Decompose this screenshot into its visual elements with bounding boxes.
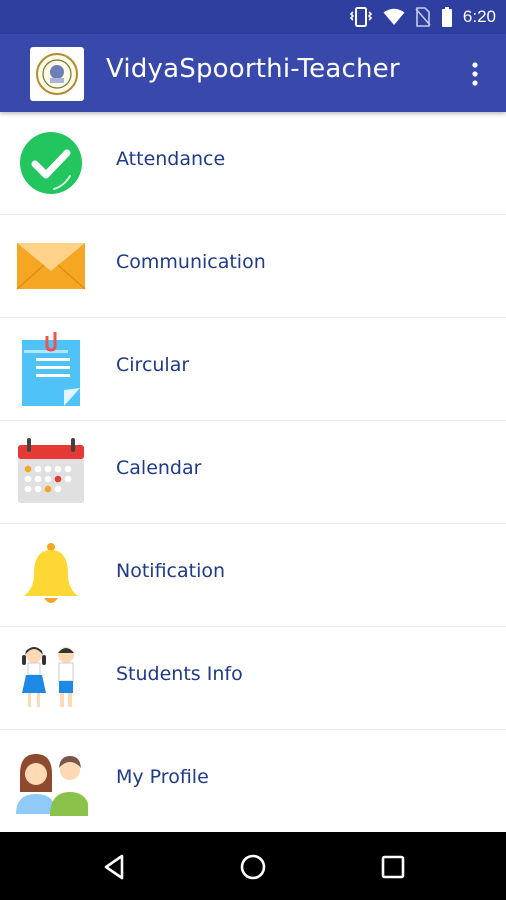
battery-icon [441, 7, 452, 27]
school-logo [30, 47, 84, 101]
menu-item-my-profile[interactable]: My Profile [0, 730, 506, 833]
menu-item-label: Communication [116, 251, 266, 273]
menu-item-label: Attendance [116, 148, 226, 170]
menu-item-label: My Profile [116, 766, 209, 788]
bell-icon [24, 543, 78, 603]
envelope-icon [16, 243, 86, 290]
profile-icon [16, 754, 88, 816]
vibrate-icon [349, 7, 373, 27]
menu-item-label: Calendar [116, 457, 202, 479]
system-navigation-bar [0, 832, 506, 900]
app-bar: VidyaSpoorthi-Teacher [0, 34, 506, 112]
menu-item-label: Students Info [116, 663, 243, 685]
check-circle-icon [20, 132, 82, 194]
menu-item-students-info[interactable]: Students Info [0, 627, 506, 730]
document-clip-icon [22, 332, 80, 406]
status-bar: 6:20 [0, 0, 506, 34]
menu-item-calendar[interactable]: Calendar [0, 421, 506, 524]
overflow-menu-icon[interactable] [466, 60, 484, 88]
menu-list: Attendance Communication Circular Calend… [0, 112, 506, 833]
app-title: VidyaSpoorthi-Teacher [106, 54, 400, 84]
menu-item-label: Circular [116, 354, 190, 376]
calendar-icon [18, 438, 84, 503]
no-sim-icon [415, 7, 431, 27]
recents-icon[interactable] [378, 852, 408, 882]
back-icon[interactable] [100, 852, 130, 882]
menu-item-label: Notification [116, 560, 226, 582]
students-icon [22, 647, 74, 707]
home-icon[interactable] [238, 852, 268, 882]
menu-item-communication[interactable]: Communication [0, 215, 506, 318]
status-time: 6:20 [462, 7, 496, 26]
menu-item-attendance[interactable]: Attendance [0, 112, 506, 215]
menu-item-circular[interactable]: Circular [0, 318, 506, 421]
wifi-icon [383, 8, 405, 25]
menu-item-notification[interactable]: Notification [0, 524, 506, 627]
